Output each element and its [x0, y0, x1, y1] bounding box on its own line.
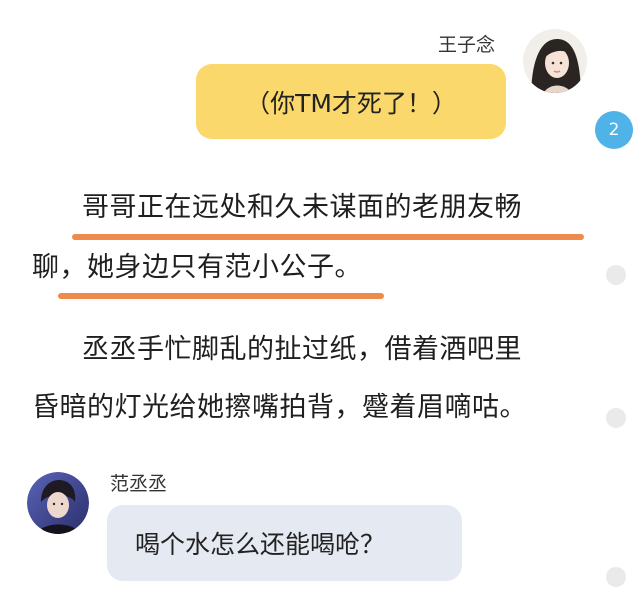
comment-count-badge[interactable]: 2 [595, 111, 633, 149]
message-text-top: （你TM才死了！） [245, 88, 457, 118]
narration-p1-line1: 哥哥正在远处和久未谋面的老朋友畅 [82, 192, 522, 223]
message-bubble-top[interactable]: （你TM才死了！） [196, 64, 506, 139]
message-text-bottom: 喝个水怎么还能喝呛？ [135, 530, 386, 559]
narration-p2-line2: 昏暗的灯光给她擦嘴拍背，蹙着眉嘀咕。 [32, 392, 527, 423]
underline-annotation-2 [58, 293, 384, 299]
comment-dot-3[interactable] [606, 567, 626, 587]
avatar-top-image [523, 29, 587, 93]
narration-p1-line2: 聊，她身边只有范小公子。 [32, 252, 362, 283]
avatar-bottom[interactable] [27, 472, 89, 534]
underline-annotation-1 [72, 234, 584, 240]
message-bubble-bottom[interactable]: 喝个水怎么还能喝呛？ [107, 505, 462, 581]
comment-count: 2 [608, 120, 620, 140]
sender-name-top: 王子念 [438, 34, 496, 56]
avatar-bottom-image [27, 472, 89, 534]
comment-dot-1[interactable] [606, 265, 626, 285]
comment-dot-2[interactable] [606, 408, 626, 428]
narration-p2-line1: 丞丞手忙脚乱的扯过纸，借着酒吧里 [82, 334, 522, 365]
avatar-top[interactable] [523, 29, 587, 93]
sender-name-bottom: 范丞丞 [110, 473, 168, 495]
